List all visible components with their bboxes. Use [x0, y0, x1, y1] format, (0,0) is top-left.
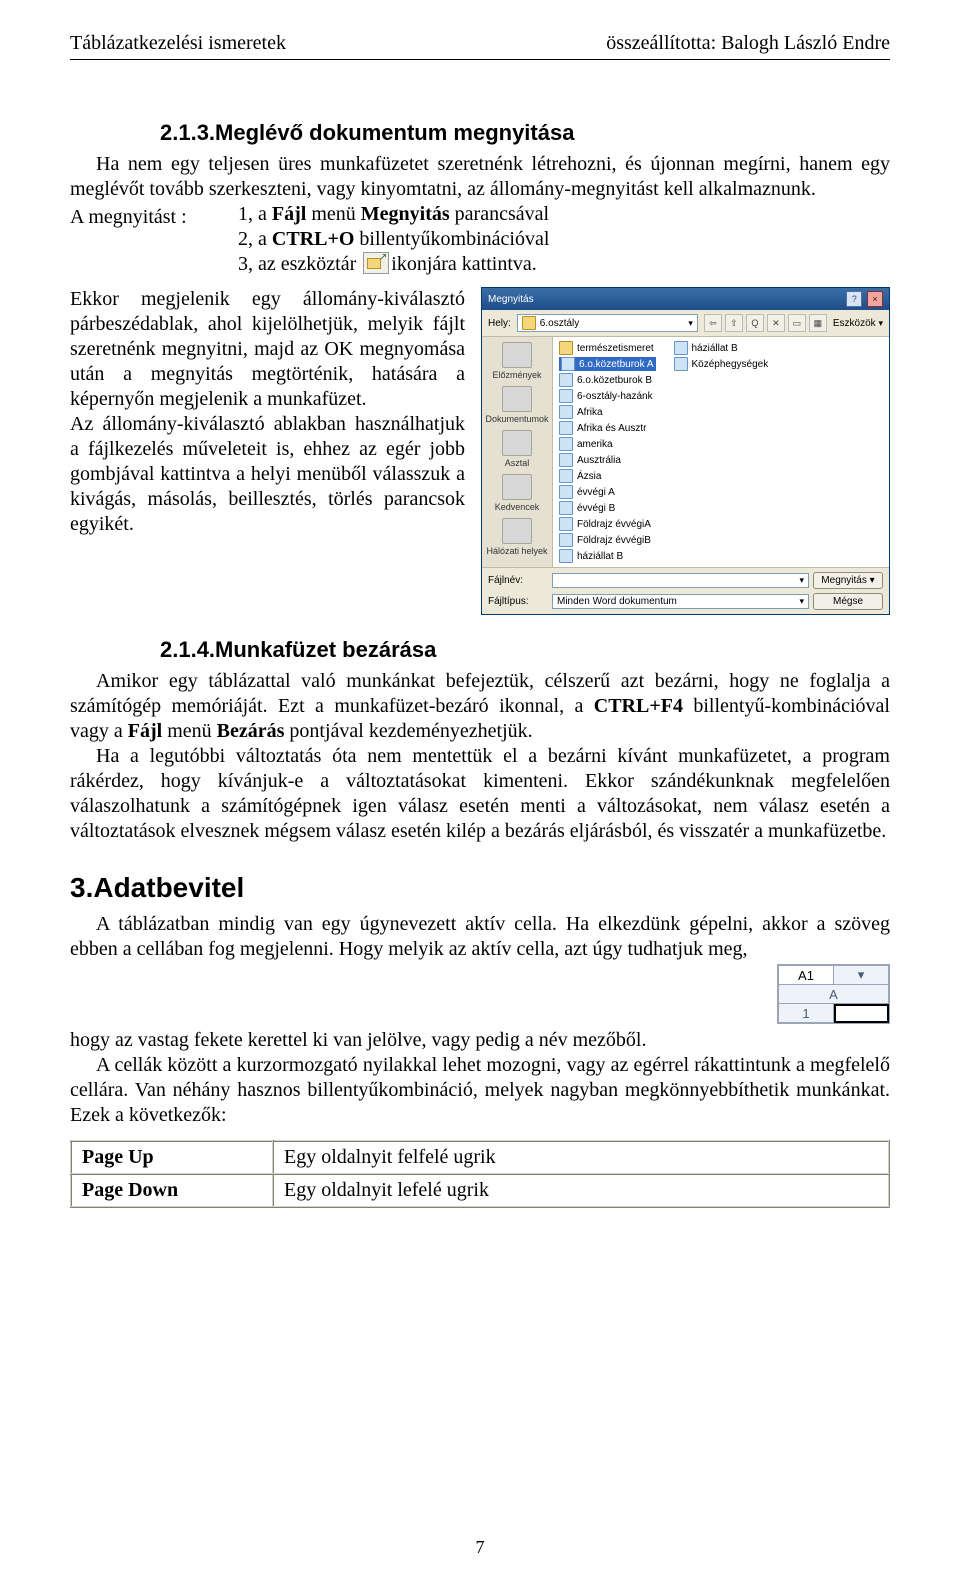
tools-menu[interactable]: Eszközök ▾ — [833, 318, 883, 329]
paragraph-3-3: A cellák között a kurzormozgató nyilakka… — [70, 1053, 890, 1128]
file-item[interactable]: amerika — [559, 437, 656, 451]
chevron-down-icon: ▾ — [688, 318, 693, 329]
file-item[interactable]: természetismeret — [559, 341, 656, 355]
paragraph-213-intro: Ha nem egy teljesen üres munkafüzetet sz… — [70, 152, 890, 202]
filename-label: Fájlnév: — [488, 575, 548, 586]
document-icon — [674, 357, 688, 371]
filename-input[interactable]: ▾ — [552, 573, 809, 588]
folder-icon — [559, 341, 573, 355]
document-icon — [559, 549, 573, 563]
places-item[interactable]: Előzmények — [492, 342, 541, 380]
place-icon — [502, 518, 532, 544]
chevron-down-icon: ▾ — [878, 318, 883, 328]
open-toolbar-icon — [363, 252, 389, 274]
place-icon — [502, 342, 532, 368]
document-icon — [559, 517, 573, 531]
chevron-down-icon: ▾ — [799, 596, 804, 607]
file-item[interactable]: Földrajz évvégiB — [559, 533, 656, 547]
header-right: összeállította: Balogh László Endre — [606, 32, 890, 55]
lookin-label: Hely: — [488, 318, 511, 329]
open-method-3: 3, az eszköztár ikonjára kattintva. — [238, 252, 890, 277]
heading-213: 2.1.3.Meglévő dokumentum megnyitása — [160, 120, 890, 146]
back-icon[interactable]: ⇦ — [704, 314, 722, 332]
file-item[interactable]: évvégi B — [559, 501, 656, 515]
document-icon — [559, 485, 573, 499]
table-row: Page UpEgy oldalnyit felfelé ugrik — [71, 1141, 889, 1174]
document-icon — [559, 501, 573, 515]
document-icon — [559, 437, 573, 451]
heading-214: 2.1.4.Munkafüzet bezárása — [160, 637, 890, 663]
paragraph-3-1: A táblázatban mindig van egy úgynevezett… — [70, 912, 890, 962]
file-list[interactable]: természetismeret 6.o.közetburok A 6.o.köze… — [553, 337, 889, 567]
file-item[interactable]: 6.o.közetburok B — [559, 373, 656, 387]
table-row: Page DownEgy oldalnyit lefelé ugrik — [71, 1174, 889, 1207]
open-methods-label: A megnyitást : — [70, 206, 238, 277]
open-button[interactable]: Megnyitás ▾ — [813, 572, 883, 589]
search-icon[interactable]: Q — [746, 314, 764, 332]
file-item[interactable]: évvégi A — [559, 485, 656, 499]
up-icon[interactable]: ⇧ — [725, 314, 743, 332]
file-item[interactable]: 6.o.közetburok A — [559, 357, 656, 371]
document-icon — [559, 405, 573, 419]
dialog-titlebar: Megnyitás ? × — [482, 288, 889, 310]
place-icon — [502, 430, 532, 456]
file-item[interactable]: 6-osztály-hazánk — [559, 389, 656, 403]
file-item[interactable]: Ázsia — [559, 469, 656, 483]
document-icon — [559, 453, 573, 467]
file-item[interactable]: Afrika — [559, 405, 656, 419]
file-item[interactable]: Középhegységek — [674, 357, 769, 371]
document-icon — [559, 533, 573, 547]
filetype-label: Fájltípus: — [488, 596, 548, 607]
places-item[interactable]: Dokumentumok — [485, 386, 548, 424]
delete-icon[interactable]: ✕ — [767, 314, 785, 332]
cell-reference-figure: A1▾ A 1 — [777, 964, 890, 1024]
places-item[interactable]: Hálózati helyek — [486, 518, 547, 556]
places-bar: Előzmények Dokumentumok Asztal Kedvencek Hál… — [482, 337, 553, 567]
open-method-2: 2, a CTRL+O billentyűkombinációval — [238, 227, 890, 252]
paragraph-213-dialog: Ekkor megjelenik egy állomány-kiválasztó… — [70, 287, 465, 537]
document-icon — [559, 469, 573, 483]
dialog-title: Megnyitás — [488, 294, 534, 305]
cancel-button[interactable]: Mégse — [813, 593, 883, 610]
header-left: Táblázatkezelési ismeretek — [70, 32, 286, 55]
document-icon — [559, 421, 573, 435]
file-item[interactable]: háziállat B — [674, 341, 769, 355]
paragraph-214-2: Ha a legutóbbi változtatás óta nem mente… — [70, 744, 890, 844]
page-number: 7 — [0, 1537, 960, 1558]
heading-3: 3.Adatbevitel — [70, 872, 890, 904]
paragraph-214-1: Amikor egy táblázattal való munkánkat be… — [70, 669, 890, 744]
running-header: Táblázatkezelési ismeretek összeállított… — [70, 32, 890, 60]
document-icon — [559, 389, 573, 403]
document-icon — [559, 373, 573, 387]
filetype-dropdown[interactable]: Minden Word dokumentum▾ — [552, 594, 809, 609]
new-folder-icon[interactable]: ▭ — [788, 314, 806, 332]
shortcut-table: Page UpEgy oldalnyit felfelé ugrikPage D… — [70, 1140, 890, 1208]
file-item[interactable]: Földrajz évvégiA — [559, 517, 656, 531]
chevron-down-icon: ▾ — [799, 575, 804, 586]
views-icon[interactable]: ▦ — [809, 314, 827, 332]
place-icon — [502, 386, 532, 412]
places-item[interactable]: Kedvencek — [495, 474, 540, 512]
place-icon — [502, 474, 532, 500]
file-item[interactable]: háziállat B — [559, 549, 656, 563]
folder-icon — [522, 316, 536, 330]
places-item[interactable]: Asztal — [502, 430, 532, 468]
document-icon — [561, 357, 575, 371]
close-icon[interactable]: × — [867, 291, 883, 307]
help-icon[interactable]: ? — [846, 291, 862, 307]
open-method-1: 1, a Fájl menü Megnyitás parancsával — [238, 202, 890, 227]
open-file-dialog: Megnyitás ? × Hely: 6.osztály ▾ ⇦ ⇧ Q ✕ … — [481, 287, 890, 615]
document-icon — [674, 341, 688, 355]
lookin-dropdown[interactable]: 6.osztály ▾ — [517, 314, 698, 332]
file-item[interactable]: Ausztrália — [559, 453, 656, 467]
file-item[interactable]: Afrika és Ausztr — [559, 421, 656, 435]
paragraph-3-2: hogy az vastag fekete kerettel ki van je… — [70, 1028, 890, 1053]
